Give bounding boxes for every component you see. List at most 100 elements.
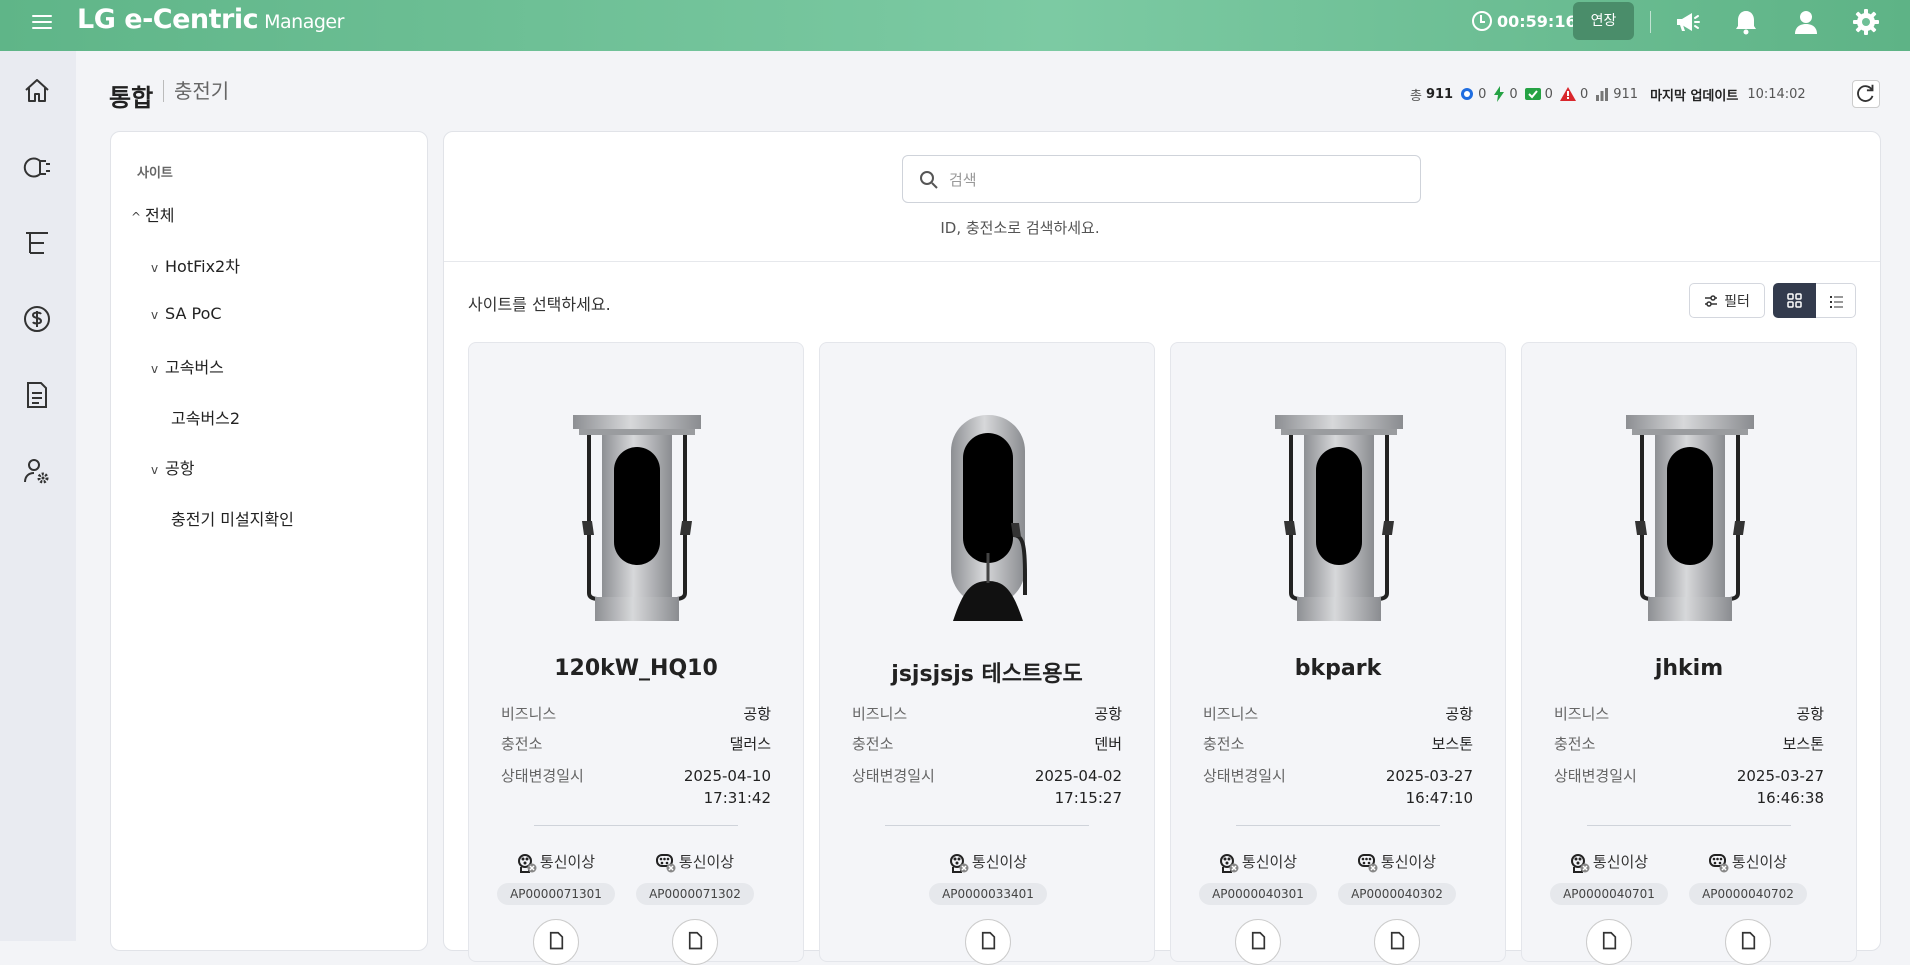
connector-status-label: 통신이상 [678, 853, 735, 871]
business-row: 비즈니스 공항 [1554, 703, 1824, 724]
document-button[interactable] [965, 919, 1011, 965]
connector-type2-icon [1709, 853, 1729, 873]
station-row: 충전소 보스톤 [1554, 733, 1824, 754]
changed-date: 2025-03-27 [1385, 767, 1473, 785]
charging-count: 0 [1509, 86, 1518, 102]
charger-card[interactable]: bkpark 비즈니스 공항 충전소 보스톤 상태변경일시 2025-03-27 16:… [1170, 342, 1506, 965]
tree-node-label: SA PoC [165, 304, 222, 323]
last-update-label: 마지막 업데이트 [1650, 88, 1739, 104]
station-label: 충전소 [1203, 735, 1245, 753]
page-title: 통합 [109, 84, 154, 112]
tree-node-airport[interactable]: v 공항 [151, 455, 194, 479]
changed-value: 2025-04-10 17:31:42 [684, 765, 771, 809]
station-row: 충전소 덴버 [852, 733, 1122, 754]
changed-time: 16:47:10 [1405, 789, 1473, 807]
total-count: 911 [1425, 86, 1454, 102]
business-row: 비즈니스 공항 [501, 703, 771, 724]
extend-session-button[interactable]: 연장 [1573, 2, 1634, 40]
connector-id-badge: AP0000071302 [636, 883, 754, 905]
bell-icon[interactable] [1731, 7, 1761, 37]
document-icon[interactable] [22, 380, 52, 410]
app-logo[interactable]: LG e-Centric Manager [77, 4, 344, 35]
connector-status: 통신이상 [1198, 851, 1318, 873]
business-value: 공항 [1445, 705, 1473, 723]
card-divider [534, 825, 738, 826]
station-value: 덴버 [1094, 735, 1122, 753]
home-icon[interactable] [22, 76, 52, 106]
tree-node-all[interactable]: ^ 전체 [131, 202, 174, 226]
megaphone-icon[interactable] [1672, 7, 1702, 37]
changed-value: 2025-03-27 16:47:10 [1386, 765, 1473, 809]
search-hint: ID, 충전소로 검색하세요. [940, 219, 1100, 237]
dual-charger-image [1264, 413, 1414, 623]
dual-charger-image [562, 413, 712, 623]
hierarchy-icon[interactable] [22, 228, 52, 258]
business-label: 비즈니스 [1554, 705, 1610, 723]
business-label: 비즈니스 [501, 705, 557, 723]
connector-status: 통신이상 [1549, 851, 1669, 873]
search-icon [920, 171, 938, 189]
business-value: 공항 [743, 705, 771, 723]
card-divider [1236, 825, 1440, 826]
changed-time: 17:31:42 [703, 789, 771, 807]
changed-row: 상태변경일시 2025-04-10 17:31:42 [501, 765, 771, 807]
sliders-icon [1705, 294, 1718, 307]
charger-plug-icon[interactable] [22, 152, 52, 182]
last-update-time: 10:14:02 [1747, 86, 1806, 102]
signal-bars-icon [1596, 88, 1609, 101]
changed-date: 2025-04-10 [683, 767, 771, 785]
changed-date: 2025-03-27 [1736, 767, 1824, 785]
available-count: 0 [1544, 86, 1553, 102]
user-icon[interactable] [1791, 7, 1821, 37]
search-box[interactable] [902, 155, 1421, 203]
document-button[interactable] [1235, 919, 1281, 965]
menu-icon[interactable] [30, 10, 54, 34]
tree-node-express-bus[interactable]: v 고속버스 [151, 354, 224, 378]
changed-label: 상태변경일시 [852, 767, 935, 785]
charger-card[interactable]: jhkim 비즈니스 공항 충전소 보스톤 상태변경일시 2025-03-27 16:4… [1521, 342, 1857, 965]
charger-name: 120kW_HQ10 [554, 656, 718, 681]
list-view-button[interactable] [1816, 283, 1856, 318]
connector-id-badge: AP0000040701 [1550, 883, 1668, 905]
tree-node-label: 전체 [145, 206, 175, 225]
site-tree-header: 사이트 [137, 166, 173, 181]
tree-node-sa-poc[interactable]: v SA PoC [151, 304, 222, 323]
connector-id-badge: AP0000040301 [1199, 883, 1317, 905]
document-button[interactable] [1374, 919, 1420, 965]
document-button[interactable] [1586, 919, 1632, 965]
connector-status-label: 통신이상 [971, 853, 1028, 871]
tree-node-express-bus-2[interactable]: 고속버스2 [171, 405, 240, 429]
filter-button[interactable]: 필터 [1689, 283, 1765, 318]
business-label: 비즈니스 [852, 705, 908, 723]
search-input[interactable] [949, 168, 1409, 192]
tree-node-hotfix[interactable]: v HotFix2차 [151, 253, 240, 277]
gear-icon[interactable] [1851, 7, 1881, 37]
user-settings-icon[interactable] [22, 456, 52, 486]
charger-card[interactable]: jsjsjsjs 테스트용도 비즈니스 공항 충전소 덴버 상태변경일시 2025-0… [819, 342, 1155, 965]
charger-name: jsjsjsjs 테스트용도 [891, 662, 1083, 687]
connector-status: 통신이상 [1688, 851, 1808, 873]
document-button[interactable] [1725, 919, 1771, 965]
charger-card[interactable]: 120kW_HQ10 비즈니스 공항 충전소 댈러스 상태변경일시 2025-04-1… [468, 342, 804, 965]
grid-icon [1787, 293, 1802, 308]
station-row: 충전소 보스톤 [1203, 733, 1473, 754]
tree-node-uninstalled[interactable]: 충전기 미설지확인 [171, 506, 294, 530]
select-site-message: 사이트를 선택하세요. [468, 295, 611, 314]
connector-status-label: 통신이상 [1241, 853, 1298, 871]
clock-icon [1472, 11, 1492, 31]
business-value: 공항 [1796, 705, 1824, 723]
site-tree-panel: 사이트 ^ 전체 v HotFix2차 v SA PoC v 고속버스 고속버스2 v공… [110, 131, 428, 951]
tree-node-label: 충전기 미설지확인 [171, 510, 294, 529]
station-value: 댈러스 [729, 735, 771, 753]
changed-label: 상태변경일시 [501, 767, 584, 785]
document-button[interactable] [533, 919, 579, 965]
dollar-icon[interactable] [22, 304, 52, 334]
document-button[interactable] [672, 919, 718, 965]
refresh-icon[interactable] [1852, 80, 1880, 108]
connector-type2-icon [1358, 853, 1378, 873]
connector-status-label: 통신이상 [1380, 853, 1437, 871]
logo-text: LG e-Centric [77, 4, 259, 35]
grid-view-button[interactable] [1773, 283, 1816, 318]
business-label: 비즈니스 [1203, 705, 1259, 723]
chevron-down-icon: v [151, 463, 159, 477]
